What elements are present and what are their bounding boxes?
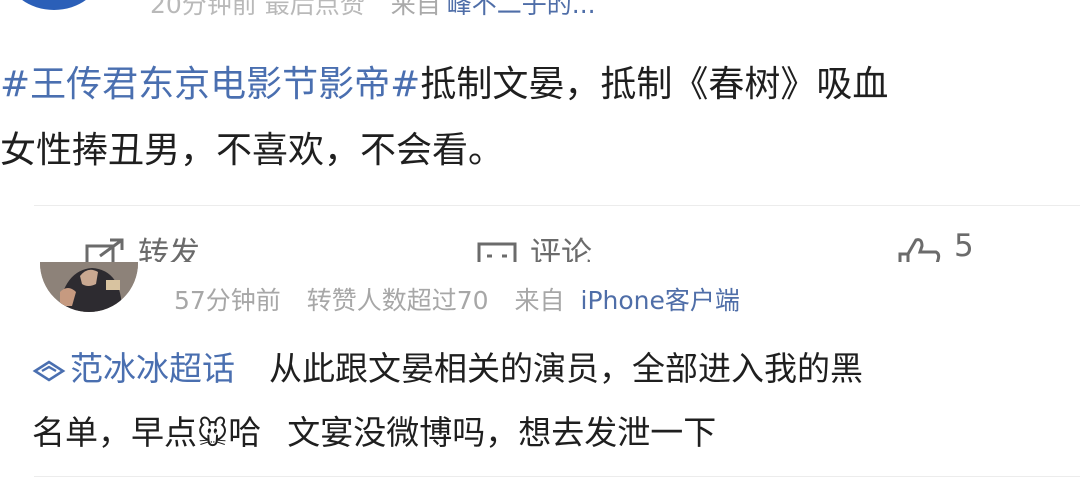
post2-content[interactable]: 范冰冰超话 从此跟文晏相关的演员，全部进入我的黑 名单，早点🐭哈 文宴没微博吗，想去… [32, 337, 1072, 465]
post1-source-label: 来自 [390, 0, 441, 19]
comment-label: 评论 [530, 236, 592, 262]
post2-line2: 名单，早点🐭哈 文宴没微博吗，想去发泄一下 [32, 401, 1072, 465]
post1-action-bar: 转发 评论 5 [0, 228, 1080, 262]
post2-card: 57分钟前 转赞人数超过70 来自 iPhone客户端 范冰冰超话 从此跟文晏相关… [0, 262, 1080, 503]
post1-avatar[interactable] [8, 0, 100, 10]
like-button[interactable]: 5 [896, 228, 974, 262]
mouse-emoji-icon: 🐭 [197, 417, 229, 452]
post1-content[interactable]: #王传君东京电影节影帝#抵制文晏，抵制《春树》吸血 女性捧丑男，不喜欢，不会看。 [0, 52, 1080, 184]
post1-line1: #王传君东京电影节影帝#抵制文晏，抵制《春树》吸血 [0, 52, 1080, 118]
post2-line1-text: 从此跟文晏相关的演员，全部进入我的黑 [269, 349, 863, 388]
divider [34, 476, 1080, 477]
avatar-photo [40, 262, 138, 312]
like-icon [898, 238, 941, 262]
post1-line1-text: 抵制文晏，抵制《春树》吸血 [420, 64, 889, 105]
comment-button[interactable]: 评论 [476, 228, 592, 262]
post2-meta: 57分钟前 转赞人数超过70 来自 iPhone客户端 [174, 284, 758, 318]
post2-time: 57分钟前 [174, 286, 281, 315]
post2-line2-text-b: 哈 [228, 413, 262, 452]
repost-button[interactable]: 转发 [84, 228, 200, 262]
supertopic-icon [32, 360, 66, 382]
post1-time: 20分钟前 [150, 0, 257, 19]
post1-line2: 女性捧丑男，不喜欢，不会看。 [0, 130, 505, 171]
repost-icon [85, 238, 124, 262]
post1-topic-link[interactable]: #王传君东京电影节影帝# [0, 64, 420, 105]
supertopic-label: 范冰冰超话 [70, 349, 235, 388]
post2-likes-info: 转赞人数超过70 [306, 286, 489, 315]
like-count: 5 [954, 228, 974, 262]
post1-likes-info: 最后点赞 [264, 0, 365, 19]
post2-source-name[interactable]: iPhone客户端 [581, 286, 740, 315]
supertopic-link[interactable]: 范冰冰超话 [32, 349, 235, 388]
post2-avatar[interactable] [40, 262, 138, 312]
post2-line2-text-a: 名单，早点 [32, 413, 197, 452]
post1-source-name[interactable]: 峰不二子的... [447, 0, 596, 19]
post2-line1: 范冰冰超话 从此跟文晏相关的演员，全部进入我的黑 [32, 337, 1072, 401]
post2-line2-text-c: 文宴没微博吗，想去发泄一下 [287, 413, 717, 452]
post2-source-label: 来自 [514, 286, 565, 315]
repost-label: 转发 [138, 236, 200, 262]
comment-icon [477, 242, 517, 262]
post1-meta: 20分钟前 最后点赞 来自 峰不二子的... [150, 0, 596, 20]
divider [34, 205, 1080, 206]
